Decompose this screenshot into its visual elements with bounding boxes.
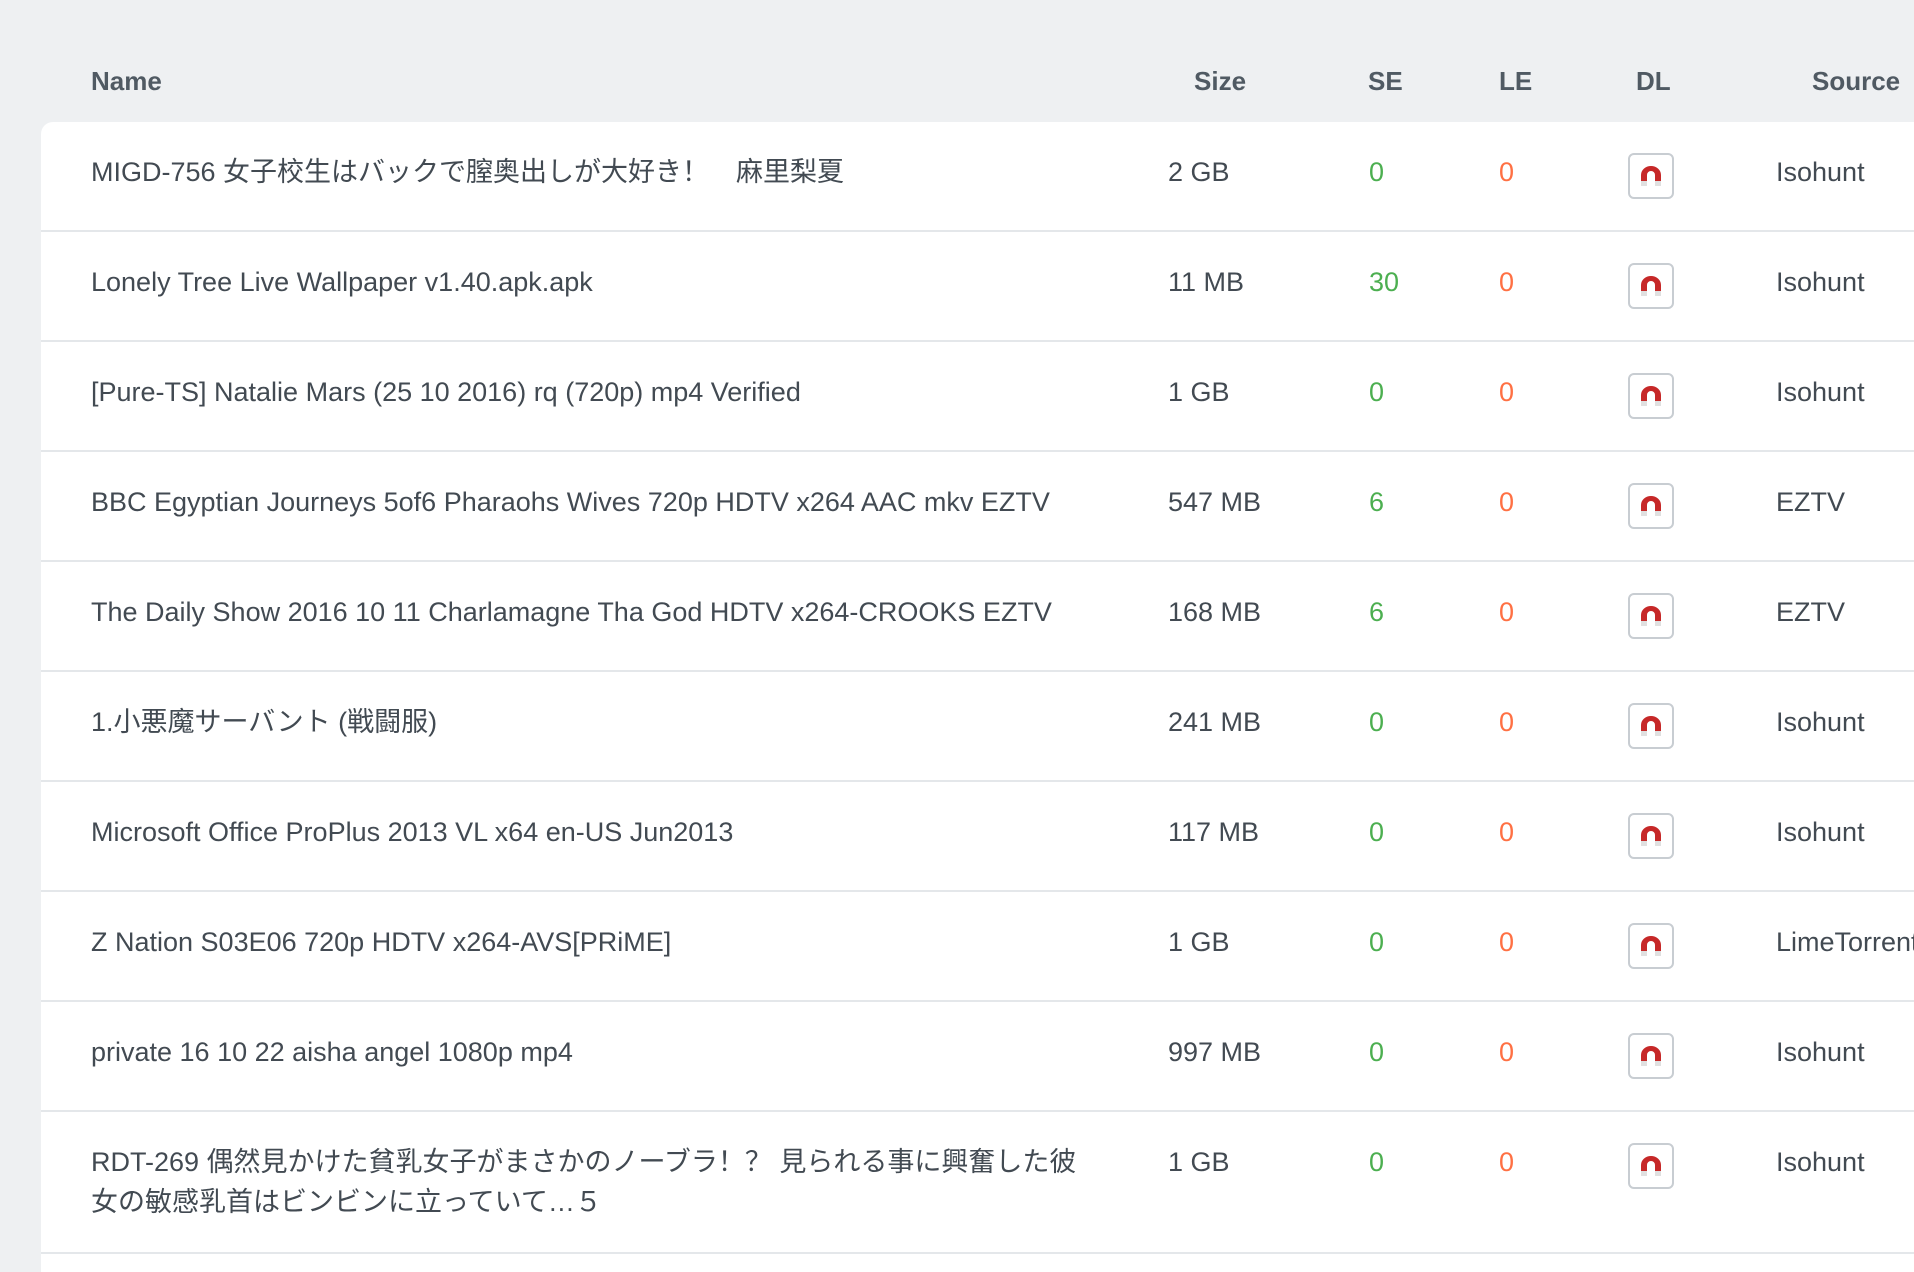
torrent-source: EZTV: [1776, 487, 1846, 517]
seeders-count: 0: [1369, 1147, 1385, 1177]
torrent-name[interactable]: BBC Egyptian Journeys 5of6 Pharaohs Wive…: [91, 482, 1101, 522]
table-row[interactable]: The Daily Show 2016 10 11 Charlamagne Th…: [41, 562, 1914, 672]
leechers-count: 0: [1499, 817, 1515, 847]
torrent-source: Isohunt: [1776, 157, 1865, 187]
torrent-size: 11 MB: [1168, 267, 1245, 297]
magnet-icon: [1641, 936, 1661, 956]
magnet-icon: [1641, 496, 1661, 516]
leechers-count: 0: [1499, 597, 1515, 627]
magnet-icon: [1641, 826, 1661, 846]
table-row[interactable]: RDT-269 偶然見かけた貧乳女子がまさかのノーブラ！？ 見られる事に興奮した…: [41, 1112, 1914, 1254]
torrent-size: 2 GB: [1168, 157, 1230, 187]
magnet-icon: [1641, 1046, 1661, 1066]
leechers-count: 0: [1499, 1147, 1515, 1177]
seeders-count: 30: [1369, 267, 1400, 297]
results-table: MIGD-756 女子校生はバックで膣奥出しが大好き！ 麻里梨夏 2 GB 0 …: [41, 122, 1914, 1272]
torrent-source: Isohunt: [1776, 707, 1865, 737]
table-row[interactable]: BBC Egyptian Journeys 5of6 Pharaohs Wive…: [41, 452, 1914, 562]
magnet-download-button[interactable]: [1628, 373, 1674, 419]
magnet-download-button[interactable]: [1628, 153, 1674, 199]
torrent-name[interactable]: Z Nation S03E06 720p HDTV x264-AVS[PRiME…: [91, 922, 1101, 962]
torrent-source: Isohunt: [1776, 267, 1865, 297]
torrent-size: 997 MB: [1168, 1037, 1262, 1067]
table-row[interactable]: [Pure-TS] Natalie Mars (25 10 2016) rq (…: [41, 342, 1914, 452]
size-column-header[interactable]: Size: [1194, 66, 1246, 97]
torrent-name[interactable]: Microsoft Office ProPlus 2013 VL x64 en-…: [91, 812, 1101, 852]
torrent-size: 1 GB: [1168, 927, 1230, 957]
seeders-count: 0: [1369, 1037, 1385, 1067]
table-header: Name Size SE LE DL Source: [0, 0, 1914, 122]
torrent-name[interactable]: 1.小悪魔サーバント (戦闘服): [91, 702, 1101, 742]
magnet-icon: [1641, 386, 1661, 406]
leechers-count: 0: [1499, 377, 1515, 407]
torrent-source: Isohunt: [1776, 1037, 1865, 1067]
table-row[interactable]: private 16 10 22 aisha angel 1080p mp4 9…: [41, 1002, 1914, 1112]
seeders-count: 0: [1369, 927, 1385, 957]
torrent-source: Isohunt: [1776, 377, 1865, 407]
torrent-size: 168 MB: [1168, 597, 1262, 627]
seeders-count: 6: [1369, 487, 1385, 517]
torrent-size: 1 GB: [1168, 377, 1230, 407]
seeders-count: 6: [1369, 597, 1385, 627]
leechers-count: 0: [1499, 1037, 1515, 1067]
magnet-icon: [1641, 716, 1661, 736]
torrent-size: 117 MB: [1168, 817, 1260, 847]
seeders-count: 0: [1369, 707, 1385, 737]
le-column-header[interactable]: LE: [1499, 66, 1532, 97]
table-row[interactable]: MIGD-756 女子校生はバックで膣奥出しが大好き！ 麻里梨夏 2 GB 0 …: [41, 122, 1914, 232]
magnet-download-button[interactable]: [1628, 923, 1674, 969]
torrent-size: 241 MB: [1168, 707, 1262, 737]
magnet-download-button[interactable]: [1628, 1033, 1674, 1079]
torrent-name[interactable]: MIGD-756 女子校生はバックで膣奥出しが大好き！ 麻里梨夏: [91, 152, 1101, 192]
se-column-header[interactable]: SE: [1368, 66, 1403, 97]
seeders-count: 0: [1369, 377, 1385, 407]
torrent-name[interactable]: The Daily Show 2016 10 11 Charlamagne Th…: [91, 592, 1101, 632]
torrent-source: Isohunt: [1776, 817, 1865, 847]
dl-column-header[interactable]: DL: [1636, 66, 1671, 97]
leechers-count: 0: [1499, 487, 1515, 517]
table-row[interactable]: Microsoft Office ProPlus 2013 VL x64 en-…: [41, 782, 1914, 892]
magnet-icon: [1641, 1156, 1661, 1176]
leechers-count: 0: [1499, 707, 1515, 737]
table-row[interactable]: 1.小悪魔サーバント (戦闘服) 241 MB 0 0 Isohunt: [41, 672, 1914, 782]
torrent-name[interactable]: Lonely Tree Live Wallpaper v1.40.apk.apk: [91, 262, 1101, 302]
torrent-source: LimeTorrents: [1776, 927, 1914, 957]
seeders-count: 0: [1369, 817, 1385, 847]
torrent-size: 1 GB: [1168, 1147, 1230, 1177]
torrent-source: EZTV: [1776, 597, 1846, 627]
name-column-header[interactable]: Name: [91, 66, 162, 97]
magnet-icon: [1641, 606, 1661, 626]
magnet-download-button[interactable]: [1628, 263, 1674, 309]
torrent-size: 547 MB: [1168, 487, 1262, 517]
source-column-header[interactable]: Source: [1812, 66, 1900, 97]
magnet-download-button[interactable]: [1628, 1143, 1674, 1189]
magnet-download-button[interactable]: [1628, 703, 1674, 749]
torrent-source: Isohunt: [1776, 1147, 1865, 1177]
leechers-count: 0: [1499, 157, 1515, 187]
seeders-count: 0: [1369, 157, 1385, 187]
torrent-name[interactable]: private 16 10 22 aisha angel 1080p mp4: [91, 1032, 1101, 1072]
table-row[interactable]: Z Nation S03E06 720p HDTV x264-AVS[PRiME…: [41, 892, 1914, 1002]
magnet-icon: [1641, 276, 1661, 296]
leechers-count: 0: [1499, 927, 1515, 957]
torrent-name[interactable]: [Pure-TS] Natalie Mars (25 10 2016) rq (…: [91, 372, 1101, 412]
magnet-icon: [1641, 166, 1661, 186]
magnet-download-button[interactable]: [1628, 593, 1674, 639]
magnet-download-button[interactable]: [1628, 483, 1674, 529]
magnet-download-button[interactable]: [1628, 813, 1674, 859]
leechers-count: 0: [1499, 267, 1515, 297]
table-row[interactable]: Lonely Tree Live Wallpaper v1.40.apk.apk…: [41, 232, 1914, 342]
torrent-name[interactable]: RDT-269 偶然見かけた貧乳女子がまさかのノーブラ！？ 見られる事に興奮した…: [91, 1142, 1101, 1222]
